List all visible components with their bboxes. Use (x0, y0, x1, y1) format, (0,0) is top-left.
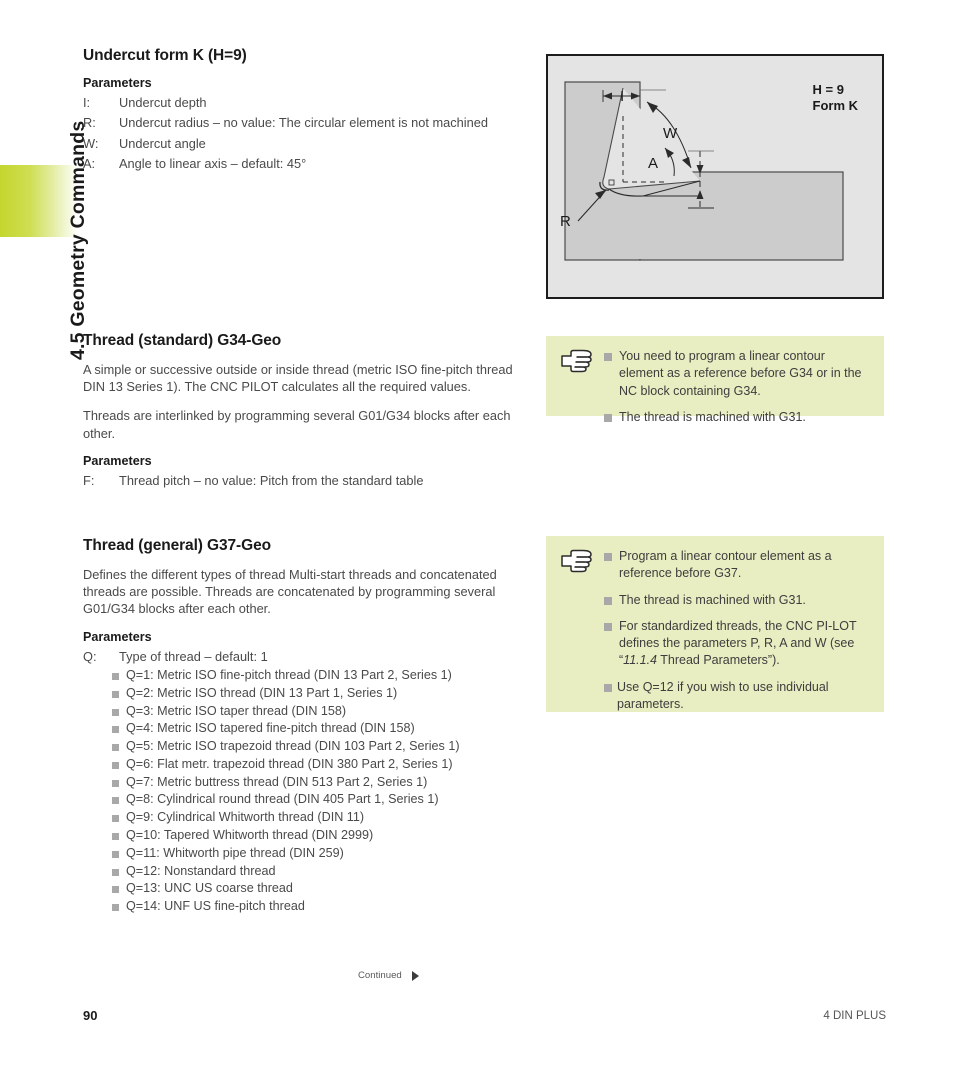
list-item: Q=3: Metric ISO taper thread (DIN 158) (112, 703, 533, 721)
param-key: F: (83, 472, 95, 488)
thread-type-list: Q=1: Metric ISO fine-pitch thread (DIN 1… (83, 667, 533, 916)
section-thread-g34: Thread (standard) G34-Geo A simple or su… (83, 332, 523, 491)
figure-label-radius: R (560, 213, 571, 230)
list-item: Q=10: Tapered Whitworth thread (DIN 2999… (112, 827, 533, 845)
undercut-parameters-heading: Parameters (83, 76, 152, 90)
section-undercut-form-k: Undercut form K (H=9) Parameters I: Unde… (83, 47, 533, 174)
list-item: Q=12: Nonstandard thread (112, 863, 533, 881)
param-value: Thread pitch – no value: Pitch from the … (119, 472, 424, 488)
list-item: Q=13: UNC US coarse thread (112, 880, 533, 898)
g37-parameters-heading: Parameters (83, 629, 152, 644)
note-text-reference: 11.1.4 (623, 653, 657, 668)
figure-caption-line2: Form K (812, 98, 859, 113)
note-item: You need to program a linear contour ele… (604, 348, 868, 400)
list-item: Q=2: Metric ISO thread (DIN 13 Part 1, S… (112, 685, 533, 703)
figure-label-angle-a: A (648, 155, 658, 172)
list-item: Q=8: Cylindrical round thread (DIN 405 P… (112, 791, 533, 809)
note-text-after: Thread Parameters”). (657, 653, 780, 668)
note-item: The thread is machined with G31. (604, 592, 868, 609)
figure-caption-line1: H = 9 (812, 82, 844, 97)
figure-caption: H = 9 Form K (813, 82, 859, 114)
param-key: R: (83, 115, 96, 131)
list-item: Q=4: Metric ISO tapered fine-pitch threa… (112, 720, 533, 738)
param-row: F: Thread pitch – no value: Pitch from t… (83, 471, 523, 491)
note-body: Program a linear contour element as a re… (602, 548, 868, 713)
param-key: A: (83, 155, 96, 171)
param-value: Undercut depth (119, 95, 207, 110)
continued-label: Continued (358, 970, 402, 981)
note-item: Use Q=12 if you wish to use individual p… (604, 679, 868, 714)
param-row: Q: Type of thread – default: 1 (83, 647, 533, 667)
param-row: I: Undercut depth (83, 93, 533, 113)
list-item: Q=14: UNF US fine-pitch thread (112, 898, 533, 916)
arrow-right-icon (411, 970, 419, 981)
g37-heading: Thread (general) G37-Geo (83, 537, 271, 554)
continued-marker: Continued (358, 970, 419, 981)
note-box-g37: Program a linear contour element as a re… (546, 536, 884, 712)
param-value: Undercut angle (119, 135, 206, 151)
list-item: Q=9: Cylindrical Whitworth thread (DIN 1… (112, 809, 533, 827)
list-item: Q=5: Metric ISO trapezoid thread (DIN 10… (112, 738, 533, 756)
undercut-form-k-figure: I R W A H = 9 Form K (546, 54, 884, 299)
note-body: You need to program a linear contour ele… (602, 348, 868, 426)
section-thread-g37: Thread (general) G37-Geo Defines the dif… (83, 537, 533, 916)
g34-heading: Thread (standard) G34-Geo (83, 332, 282, 349)
list-item: Q=7: Metric buttress thread (DIN 513 Par… (112, 774, 533, 792)
figure-label-depth: I (620, 88, 624, 105)
list-item: Q=1: Metric ISO fine-pitch thread (DIN 1… (112, 667, 533, 685)
g34-paragraph: A simple or successive outside or inside… (83, 362, 513, 395)
note-box-g34: You need to program a linear contour ele… (546, 336, 884, 424)
param-value: Undercut radius – no value: The circular… (119, 115, 488, 131)
param-key: W: (83, 135, 99, 151)
footer-section-label: 4 DIN PLUS (823, 1010, 886, 1022)
pointing-hand-icon (560, 348, 602, 378)
g37-paragraph: Defines the different types of thread Mu… (83, 567, 497, 617)
g34-paragraph: Threads are interlinked by programming s… (83, 408, 511, 441)
note-item-thread-parameters: For standardized threads, the CNC PI-LOT… (604, 618, 868, 670)
param-key: I: (83, 95, 91, 110)
page-number: 90 (83, 1008, 98, 1023)
list-item: Q=11: Whitworth pipe thread (DIN 259) (112, 845, 533, 863)
g34-parameters-heading: Parameters (83, 453, 152, 468)
param-value: Angle to linear axis – default: 45° (119, 155, 307, 171)
note-item: The thread is machined with G31. (604, 409, 868, 426)
param-row: A: Angle to linear axis – default: 45° (83, 154, 533, 174)
pointing-hand-icon (560, 548, 602, 578)
param-key: Q: (83, 648, 97, 664)
figure-label-angle-w: W (663, 125, 678, 142)
param-row: W: Undercut angle (83, 134, 533, 154)
param-value: Type of thread – default: 1 (119, 648, 268, 664)
list-item: Q=6: Flat metr. trapezoid thread (DIN 38… (112, 756, 533, 774)
undercut-heading: Undercut form K (H=9) (83, 47, 247, 64)
param-row: R: Undercut radius – no value: The circu… (83, 113, 533, 133)
note-item: Program a linear contour element as a re… (604, 548, 868, 583)
